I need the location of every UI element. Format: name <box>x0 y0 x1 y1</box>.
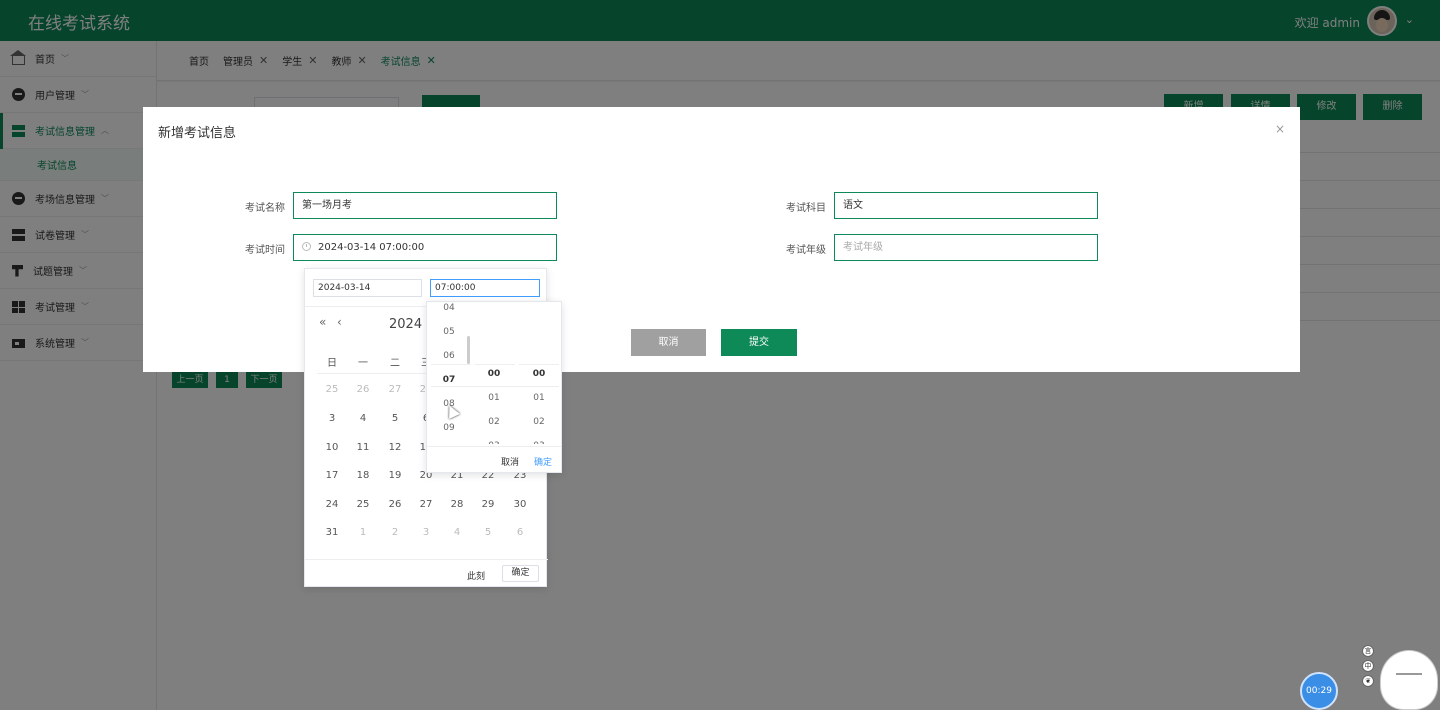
calendar-day[interactable]: 26 <box>385 499 405 510</box>
time-cancel-button[interactable]: 取消 <box>501 455 519 468</box>
calendar-day[interactable]: 6 <box>510 527 530 538</box>
scrollbar[interactable] <box>467 336 470 364</box>
exam-name-input[interactable]: 第一场月考 <box>293 192 557 219</box>
exam-subject-input[interactable]: 语文 <box>834 192 1098 219</box>
calendar-day[interactable]: 10 <box>322 442 342 453</box>
calendar-day[interactable]: 3 <box>416 527 436 538</box>
mascot-toolbar: 言 中 ❦ <box>1362 645 1376 690</box>
calendar-day[interactable]: 5 <box>385 413 405 424</box>
close-icon[interactable]: × <box>1275 122 1285 136</box>
clock-icon <box>302 242 311 251</box>
minute-option-selected[interactable]: 00 <box>472 369 516 379</box>
calendar-day[interactable]: 24 <box>322 499 342 510</box>
calendar-day[interactable]: 29 <box>478 499 498 510</box>
exam-name-label: 考试名称 <box>245 203 285 214</box>
mascot-image[interactable] <box>1380 650 1438 710</box>
calendar-day[interactable]: 3 <box>322 413 342 424</box>
minute-option[interactable]: 01 <box>472 393 516 403</box>
calendar-day[interactable]: 5 <box>478 527 498 538</box>
second-option[interactable]: 03 <box>517 441 561 444</box>
calendar-day[interactable]: 25 <box>322 384 342 395</box>
mascot-flower-icon[interactable]: ❦ <box>1362 675 1374 687</box>
minute-column[interactable]: 00 01 02 03 <box>472 302 516 444</box>
exam-grade-input[interactable]: 考试年级 <box>834 234 1098 261</box>
exam-time-label: 考试时间 <box>245 245 285 256</box>
calendar-day[interactable]: 27 <box>416 499 436 510</box>
mascot-lang-icon[interactable]: 中 <box>1362 660 1374 672</box>
picker-time-input[interactable]: 07:00:00 <box>430 279 540 297</box>
prev-year-icon[interactable]: « <box>319 315 326 329</box>
second-option[interactable]: 02 <box>517 417 561 427</box>
divider <box>305 559 548 560</box>
weekday-label: 一 <box>358 358 368 369</box>
calendar-day[interactable]: 1 <box>353 527 373 538</box>
calendar-day[interactable]: 27 <box>385 384 405 395</box>
exam-grade-label: 考试年级 <box>786 245 826 256</box>
dialog-title: 新增考试信息 <box>158 126 237 141</box>
time-panel: 04 05 06 07 08 09 00 01 02 03 00 01 02 0… <box>426 301 562 473</box>
calendar-day[interactable]: 12 <box>385 442 405 453</box>
hour-option[interactable]: 05 <box>427 327 471 337</box>
calendar-day[interactable]: 17 <box>322 470 342 481</box>
exam-subject-label: 考试科目 <box>786 203 826 214</box>
minute-option[interactable]: 03 <box>472 441 516 444</box>
calendar-day[interactable]: 31 <box>322 527 342 538</box>
now-button[interactable]: 此刻 <box>467 569 485 582</box>
second-option[interactable]: 01 <box>517 393 561 403</box>
second-option-selected[interactable]: 00 <box>517 369 561 379</box>
calendar-day[interactable]: 18 <box>353 470 373 481</box>
calendar-day[interactable]: 28 <box>447 499 467 510</box>
prev-month-icon[interactable]: ‹ <box>337 315 342 329</box>
picker-confirm-button[interactable]: 确定 <box>502 565 539 582</box>
weekday-label: 二 <box>390 358 400 369</box>
calendar-day[interactable]: 19 <box>385 470 405 481</box>
calendar-day[interactable]: 26 <box>353 384 373 395</box>
calendar-day[interactable]: 30 <box>510 499 530 510</box>
submit-button[interactable]: 提交 <box>721 329 797 356</box>
second-column[interactable]: 00 01 02 03 <box>517 302 561 444</box>
minute-option[interactable]: 02 <box>472 417 516 427</box>
calendar-day[interactable]: 4 <box>447 527 467 538</box>
calendar-day[interactable]: 4 <box>353 413 373 424</box>
time-confirm-button[interactable]: 确定 <box>534 455 552 468</box>
recording-timer[interactable]: 00:29 <box>1300 672 1338 710</box>
mascot-talk-icon[interactable]: 言 <box>1362 645 1374 657</box>
exam-time-input[interactable]: 2024-03-14 07:00:00 <box>293 234 557 261</box>
cancel-button[interactable]: 取消 <box>631 329 706 356</box>
hour-option[interactable]: 09 <box>427 423 471 433</box>
weekday-label: 日 <box>327 358 337 369</box>
calendar-day[interactable]: 25 <box>353 499 373 510</box>
hour-option[interactable]: 04 <box>427 303 471 313</box>
calendar-day[interactable]: 2 <box>385 527 405 538</box>
calendar-day[interactable]: 11 <box>353 442 373 453</box>
hour-option-selected[interactable]: 07 <box>427 375 471 385</box>
divider <box>427 446 561 447</box>
hour-column[interactable]: 04 05 06 07 08 09 <box>427 302 471 444</box>
hour-option[interactable]: 06 <box>427 351 471 361</box>
exam-time-value: 2024-03-14 07:00:00 <box>318 242 425 253</box>
picker-date-input[interactable]: 2024-03-14 <box>313 279 422 297</box>
